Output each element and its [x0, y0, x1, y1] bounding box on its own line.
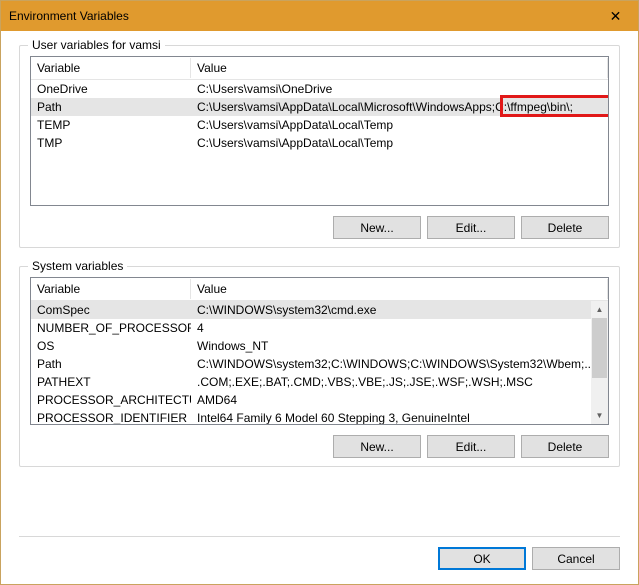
- system-delete-button[interactable]: Delete: [521, 435, 609, 458]
- cell-variable: Path: [31, 99, 191, 115]
- table-row[interactable]: PROCESSOR_ARCHITECTUREAMD64: [31, 391, 591, 409]
- cell-value: AMD64: [191, 392, 591, 408]
- cell-value: 4: [191, 320, 591, 336]
- cell-variable: OS: [31, 338, 191, 354]
- ok-button[interactable]: OK: [438, 547, 526, 570]
- user-header-variable[interactable]: Variable: [31, 58, 191, 78]
- cell-value: C:\Users\vamsi\OneDrive: [191, 81, 608, 97]
- footer-buttons: OK Cancel: [1, 547, 638, 584]
- table-row[interactable]: PATHEXT.COM;.EXE;.BAT;.CMD;.VBS;.VBE;.JS…: [31, 373, 591, 391]
- footer-divider: [19, 536, 620, 537]
- system-table-header: Variable Value: [31, 278, 608, 301]
- system-buttons-row: New... Edit... Delete: [30, 435, 609, 458]
- cell-value: C:\WINDOWS\system32;C:\WINDOWS;C:\WINDOW…: [191, 356, 591, 372]
- scroll-down-icon[interactable]: ▼: [591, 407, 608, 424]
- system-header-variable[interactable]: Variable: [31, 279, 191, 299]
- table-row[interactable]: TMPC:\Users\vamsi\AppData\Local\Temp: [31, 134, 608, 152]
- cell-variable: PROCESSOR_IDENTIFIER: [31, 410, 191, 424]
- user-delete-button[interactable]: Delete: [521, 216, 609, 239]
- system-table-body: ComSpecC:\WINDOWS\system32\cmd.exeNUMBER…: [31, 301, 608, 424]
- titlebar: Environment Variables ✕: [1, 1, 638, 31]
- close-button[interactable]: ✕: [593, 1, 638, 31]
- dialog-content: User variables for vamsi Variable Value …: [1, 31, 638, 536]
- system-scrollbar[interactable]: ▲ ▼: [591, 301, 608, 424]
- cell-variable: NUMBER_OF_PROCESSORS: [31, 320, 191, 336]
- cell-value: Intel64 Family 6 Model 60 Stepping 3, Ge…: [191, 410, 591, 424]
- cell-variable: TEMP: [31, 117, 191, 133]
- table-row[interactable]: OneDriveC:\Users\vamsi\OneDrive: [31, 80, 608, 98]
- user-variables-group: User variables for vamsi Variable Value …: [19, 45, 620, 248]
- system-variables-group: System variables Variable Value ComSpecC…: [19, 266, 620, 467]
- table-row[interactable]: NUMBER_OF_PROCESSORS4: [31, 319, 591, 337]
- table-row[interactable]: PROCESSOR_IDENTIFIERIntel64 Family 6 Mod…: [31, 409, 591, 424]
- system-edit-button[interactable]: Edit...: [427, 435, 515, 458]
- user-variables-table[interactable]: Variable Value OneDriveC:\Users\vamsi\On…: [30, 56, 609, 206]
- table-row[interactable]: OSWindows_NT: [31, 337, 591, 355]
- table-row[interactable]: TEMPC:\Users\vamsi\AppData\Local\Temp: [31, 116, 608, 134]
- cell-variable: OneDrive: [31, 81, 191, 97]
- table-row[interactable]: ComSpecC:\WINDOWS\system32\cmd.exe: [31, 301, 591, 319]
- system-new-button[interactable]: New...: [333, 435, 421, 458]
- cell-value: C:\Users\vamsi\AppData\Local\Temp: [191, 117, 608, 133]
- cell-variable: ComSpec: [31, 302, 191, 318]
- system-variables-table[interactable]: Variable Value ComSpecC:\WINDOWS\system3…: [30, 277, 609, 425]
- user-table-header: Variable Value: [31, 57, 608, 80]
- close-icon: ✕: [610, 8, 622, 25]
- user-new-button[interactable]: New...: [333, 216, 421, 239]
- cell-variable: Path: [31, 356, 191, 372]
- window-title: Environment Variables: [9, 9, 593, 23]
- cell-value: C:\Users\vamsi\AppData\Local\Microsoft\W…: [191, 99, 608, 115]
- user-edit-button[interactable]: Edit...: [427, 216, 515, 239]
- scroll-thumb[interactable]: [592, 318, 607, 378]
- user-variables-label: User variables for vamsi: [28, 38, 165, 52]
- cancel-button[interactable]: Cancel: [532, 547, 620, 570]
- system-header-value[interactable]: Value: [191, 279, 608, 299]
- cell-value: C:\Users\vamsi\AppData\Local\Temp: [191, 135, 608, 151]
- cell-variable: PATHEXT: [31, 374, 191, 390]
- cell-variable: TMP: [31, 135, 191, 151]
- table-row[interactable]: PathC:\Users\vamsi\AppData\Local\Microso…: [31, 98, 608, 116]
- cell-value: Windows_NT: [191, 338, 591, 354]
- table-row[interactable]: PathC:\WINDOWS\system32;C:\WINDOWS;C:\WI…: [31, 355, 591, 373]
- environment-variables-dialog: Environment Variables ✕ User variables f…: [0, 0, 639, 585]
- cell-variable: PROCESSOR_ARCHITECTURE: [31, 392, 191, 408]
- scroll-up-icon[interactable]: ▲: [591, 301, 608, 318]
- cell-value: .COM;.EXE;.BAT;.CMD;.VBS;.VBE;.JS;.JSE;.…: [191, 374, 591, 390]
- system-variables-label: System variables: [28, 259, 127, 273]
- user-buttons-row: New... Edit... Delete: [30, 216, 609, 239]
- user-header-value[interactable]: Value: [191, 58, 608, 78]
- user-table-body: OneDriveC:\Users\vamsi\OneDrivePathC:\Us…: [31, 80, 608, 205]
- cell-value: C:\WINDOWS\system32\cmd.exe: [191, 302, 591, 318]
